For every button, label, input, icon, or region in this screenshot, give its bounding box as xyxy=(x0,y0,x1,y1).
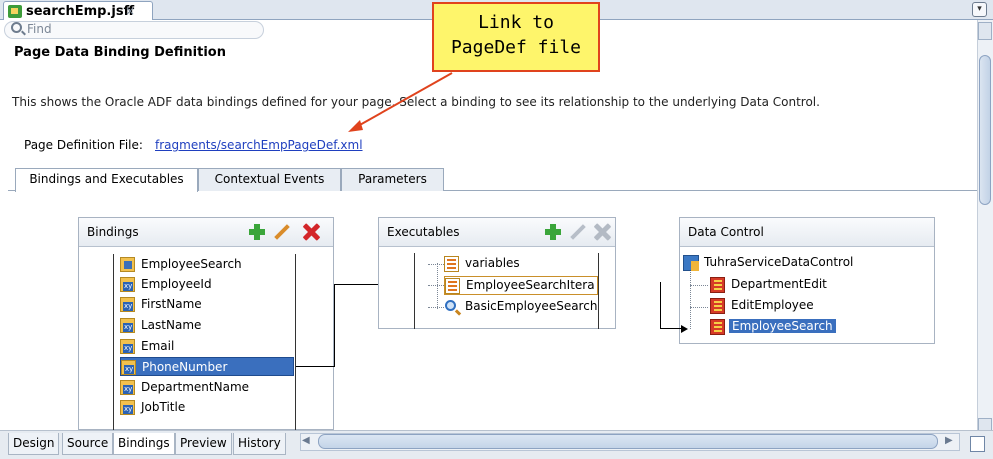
collection-icon xyxy=(710,298,725,314)
tab-bindings[interactable]: Bindings xyxy=(113,433,175,455)
collection-icon xyxy=(710,319,725,335)
attribute-binding-icon xyxy=(120,400,135,415)
collection-icon xyxy=(710,277,725,293)
tree-guide xyxy=(428,285,444,286)
binding-label: FirstName xyxy=(141,297,202,311)
data-control-panel-title: Data Control xyxy=(688,225,764,239)
binding-item-employeeid[interactable]: EmployeeId xyxy=(120,275,294,294)
datacontrol-connector-line xyxy=(660,282,661,328)
attribute-binding-icon xyxy=(120,339,135,354)
tab-bindings-executables[interactable]: Bindings and Executables xyxy=(15,168,198,192)
binding-connector-line xyxy=(296,366,334,367)
binding-label: EmployeeId xyxy=(141,277,212,291)
tab-parameters[interactable]: Parameters xyxy=(341,168,444,191)
bindings-list-rail xyxy=(113,254,114,430)
scroll-left-icon[interactable]: ◀ xyxy=(302,435,310,446)
binding-label: LastName xyxy=(141,318,202,332)
binding-item-jobtitle[interactable]: JobTitle xyxy=(120,398,294,417)
binding-connector-line xyxy=(334,284,335,367)
binding-item-lastname[interactable]: LastName xyxy=(120,316,294,335)
executable-label: BasicEmployeeSearch xyxy=(465,299,598,313)
executable-item-employeesearchiterator[interactable]: EmployeeSearchItera xyxy=(444,276,598,295)
executables-panel-title: Executables xyxy=(387,225,460,239)
tree-guide xyxy=(428,307,444,308)
data-control-root-label: TuhraServiceDataControl xyxy=(704,255,854,269)
add-binding-icon[interactable] xyxy=(249,224,265,240)
scroll-up-button[interactable] xyxy=(978,22,992,40)
tab-source[interactable]: Source xyxy=(62,433,114,455)
callout-line-1: Link to xyxy=(478,12,554,33)
vertical-scroll-thumb[interactable] xyxy=(979,55,991,205)
data-control-item-label: EditEmployee xyxy=(731,298,814,312)
scroll-right-icon[interactable]: ▶ xyxy=(945,435,953,446)
file-tab[interactable]: searchEmp.jsff × xyxy=(3,1,153,21)
attribute-binding-icon xyxy=(120,277,135,292)
tab-preview[interactable]: Preview xyxy=(175,433,232,455)
find-placeholder: Find xyxy=(27,22,52,36)
tab-list-menu-icon[interactable]: ▾ xyxy=(972,2,987,17)
page-title: Page Data Binding Definition xyxy=(14,45,226,60)
tree-guide xyxy=(690,272,691,329)
iterator-icon xyxy=(445,278,460,294)
callout-line-2: PageDef file xyxy=(450,37,582,58)
tab-design[interactable]: Design xyxy=(8,433,60,455)
data-control-icon xyxy=(683,255,699,271)
tree-guide xyxy=(690,307,708,308)
attribute-binding-icon xyxy=(120,297,135,312)
callout-text: Link to PageDef file xyxy=(432,10,600,60)
search-icon xyxy=(11,22,22,33)
attribute-binding-icon xyxy=(121,360,136,375)
binding-item-email[interactable]: Email xyxy=(120,337,294,356)
split-view-icon[interactable] xyxy=(970,436,985,452)
binding-item-departmentname[interactable]: DepartmentName xyxy=(120,378,294,397)
delete-binding-icon[interactable] xyxy=(302,223,320,241)
binding-label: Email xyxy=(141,339,175,353)
tree-guide xyxy=(428,264,444,265)
attribute-binding-icon xyxy=(120,318,135,333)
datacontrol-connector-line xyxy=(660,328,681,329)
tab-history[interactable]: History xyxy=(233,433,286,455)
data-control-item-label: DepartmentEdit xyxy=(731,277,827,291)
callout-arrow xyxy=(348,72,453,132)
binding-label: EmployeeSearch xyxy=(141,257,242,271)
tree-guide xyxy=(690,285,708,286)
binding-label: DepartmentName xyxy=(141,380,250,394)
bindings-list-rail-right xyxy=(295,254,296,430)
data-control-item-label: EmployeeSearch xyxy=(729,319,836,333)
delete-executable-icon[interactable] xyxy=(593,223,611,241)
tab-contextual-events[interactable]: Contextual Events xyxy=(198,168,341,191)
close-tab-icon[interactable]: × xyxy=(125,4,135,18)
edit-executable-icon[interactable] xyxy=(570,224,586,240)
binding-item-phonenumber[interactable]: PhoneNumber xyxy=(120,357,294,376)
binding-label: JobTitle xyxy=(141,400,186,414)
jsf-file-icon xyxy=(8,5,22,18)
search-icon xyxy=(445,300,456,311)
data-control-panel-header: Data Control xyxy=(680,218,934,247)
connector-arrow-icon xyxy=(681,325,688,333)
binding-item-employeesearch[interactable]: EmployeeSearch xyxy=(120,255,294,274)
bindings-panel-title: Bindings xyxy=(87,225,139,239)
binding-item-firstname[interactable]: FirstName xyxy=(120,295,294,314)
attribute-binding-icon xyxy=(120,380,135,395)
executables-panel-header: Executables xyxy=(379,218,615,247)
file-tab-label: searchEmp.jsff xyxy=(26,4,135,19)
bindings-panel-header: Bindings xyxy=(79,218,333,247)
tree-guide xyxy=(437,263,438,309)
iterator-binding-icon xyxy=(120,257,135,272)
add-executable-icon[interactable] xyxy=(545,224,561,240)
horizontal-scroll-thumb[interactable] xyxy=(318,434,938,449)
executables-list-rail xyxy=(414,253,415,329)
binding-label: PhoneNumber xyxy=(142,360,228,374)
pagedef-label: Page Definition File: xyxy=(24,138,143,152)
executable-label: EmployeeSearchItera xyxy=(466,278,595,292)
variables-icon xyxy=(444,256,459,272)
executable-label: variables xyxy=(465,256,520,270)
executables-list-rail-right xyxy=(598,253,599,329)
edit-binding-icon[interactable] xyxy=(274,224,290,240)
